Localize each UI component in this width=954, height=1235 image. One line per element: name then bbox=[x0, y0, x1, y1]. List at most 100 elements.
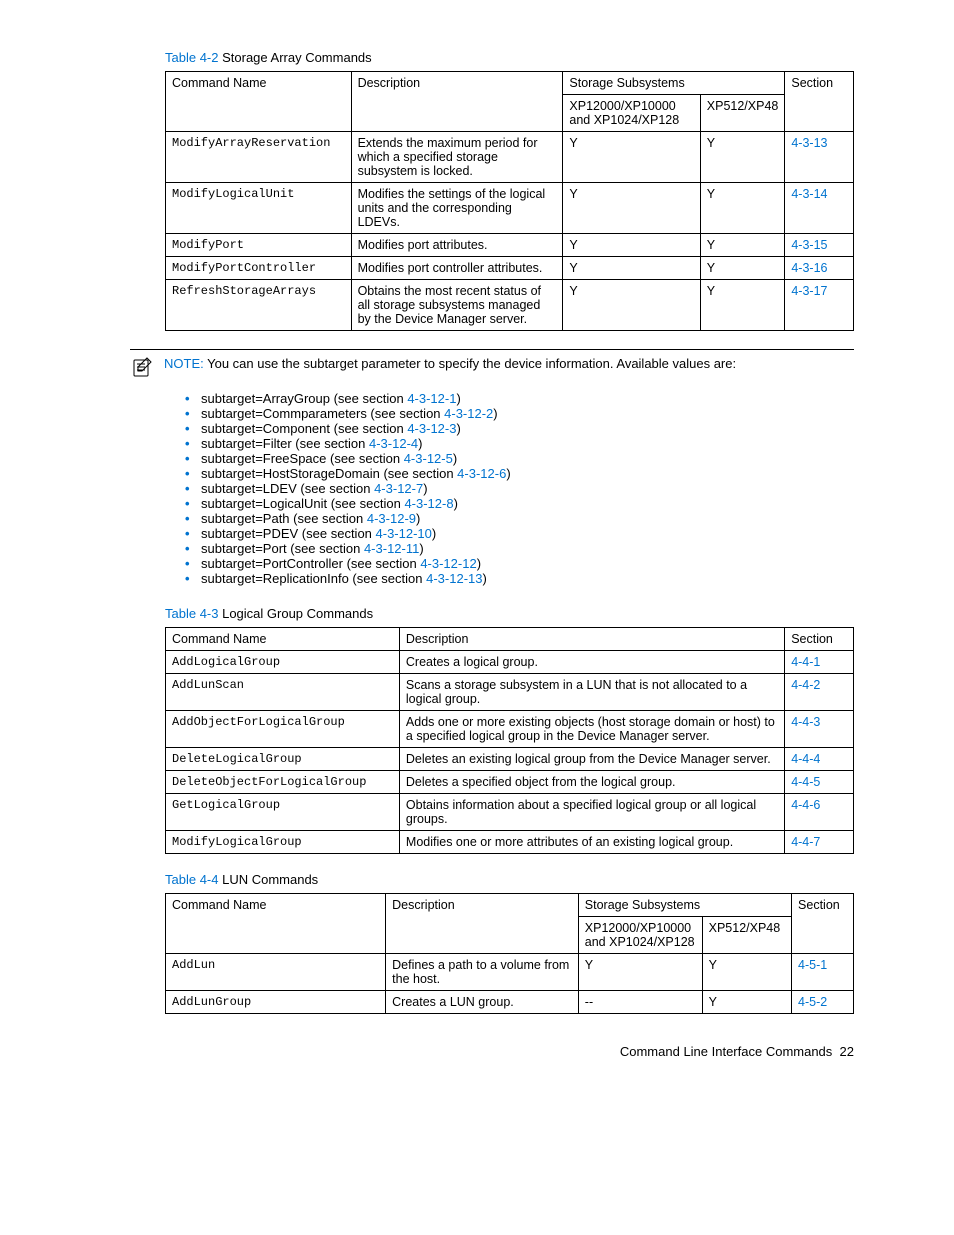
subtarget-text: subtarget=Commparameters (see section bbox=[201, 406, 444, 421]
cell-command: ModifyArrayReservation bbox=[166, 132, 352, 183]
cell-section: 4-5-2 bbox=[792, 991, 854, 1014]
cell-description: Obtains information about a specified lo… bbox=[399, 794, 784, 831]
cell-description: Creates a LUN group. bbox=[386, 991, 579, 1014]
cell-description: Modifies one or more attributes of an ex… bbox=[399, 831, 784, 854]
cell-description: Scans a storage subsystem in a LUN that … bbox=[399, 674, 784, 711]
cell-section: 4-4-7 bbox=[785, 831, 854, 854]
cell-command: ModifyLogicalUnit bbox=[166, 183, 352, 234]
list-item: subtarget=Path (see section 4-3-12-9) bbox=[185, 511, 854, 526]
section-link[interactable]: 4-4-3 bbox=[791, 715, 820, 729]
cell-section: 4-4-6 bbox=[785, 794, 854, 831]
section-link[interactable]: 4-3-12-10 bbox=[376, 526, 432, 541]
page-footer: Command Line Interface Commands 22 bbox=[130, 1044, 854, 1059]
col-sub1: XP12000/XP10000 and XP1024/XP128 bbox=[578, 917, 702, 954]
cell-command: ModifyLogicalGroup bbox=[166, 831, 400, 854]
footer-page: 22 bbox=[840, 1044, 854, 1059]
section-link[interactable]: 4-3-17 bbox=[791, 284, 827, 298]
list-item: subtarget=FreeSpace (see section 4-3-12-… bbox=[185, 451, 854, 466]
cell-section: 4-3-16 bbox=[785, 257, 854, 280]
cell-description: Extends the maximum period for which a s… bbox=[351, 132, 563, 183]
list-item: subtarget=Commparameters (see section 4-… bbox=[185, 406, 854, 421]
section-link[interactable]: 4-3-12-5 bbox=[404, 451, 453, 466]
section-link[interactable]: 4-3-14 bbox=[791, 187, 827, 201]
subtarget-text: subtarget=Port (see section bbox=[201, 541, 364, 556]
col-sub1: XP12000/XP10000 and XP1024/XP128 bbox=[563, 95, 700, 132]
col-description: Description bbox=[386, 894, 579, 954]
cell-sub1: Y bbox=[563, 257, 700, 280]
cell-section: 4-3-17 bbox=[785, 280, 854, 331]
section-link[interactable]: 4-3-15 bbox=[791, 238, 827, 252]
table-row: AddLunGroupCreates a LUN group.--Y 4-5-2 bbox=[166, 991, 854, 1014]
section-link[interactable]: 4-5-2 bbox=[798, 995, 827, 1009]
subtarget-text: subtarget=ArrayGroup (see section bbox=[201, 391, 407, 406]
table-row: ModifyArrayReservationExtends the maximu… bbox=[166, 132, 854, 183]
section-link[interactable]: 4-3-12-11 bbox=[364, 541, 419, 556]
note-body-text: You can use the subtarget parameter to s… bbox=[204, 356, 736, 371]
cell-section: 4-4-2 bbox=[785, 674, 854, 711]
table-row: DeleteObjectForLogicalGroupDeletes a spe… bbox=[166, 771, 854, 794]
table-row: Command Name Description Storage Subsyst… bbox=[166, 894, 854, 917]
list-item: subtarget=PDEV (see section 4-3-12-10) bbox=[185, 526, 854, 541]
note-icon bbox=[130, 356, 154, 381]
col-command-name: Command Name bbox=[166, 894, 386, 954]
cell-section: 4-3-14 bbox=[785, 183, 854, 234]
section-link[interactable]: 4-3-12-13 bbox=[426, 571, 482, 586]
section-link[interactable]: 4-3-12-1 bbox=[407, 391, 456, 406]
section-link[interactable]: 4-3-12-7 bbox=[374, 481, 423, 496]
section-link[interactable]: 4-4-7 bbox=[791, 835, 820, 849]
table-4-3-number: Table 4-3 bbox=[165, 606, 218, 621]
cell-section: 4-4-1 bbox=[785, 651, 854, 674]
table-row: ModifyLogicalGroupModifies one or more a… bbox=[166, 831, 854, 854]
col-description: Description bbox=[399, 628, 784, 651]
cell-description: Modifies port controller attributes. bbox=[351, 257, 563, 280]
section-link[interactable]: 4-4-5 bbox=[791, 775, 820, 789]
section-link[interactable]: 4-3-12-6 bbox=[457, 466, 506, 481]
section-link[interactable]: 4-3-12-4 bbox=[369, 436, 418, 451]
cell-command: AddObjectForLogicalGroup bbox=[166, 711, 400, 748]
cell-command: ModifyPort bbox=[166, 234, 352, 257]
cell-description: Creates a logical group. bbox=[399, 651, 784, 674]
table-4-2: Command Name Description Storage Subsyst… bbox=[165, 71, 854, 331]
list-item: subtarget=ReplicationInfo (see section 4… bbox=[185, 571, 854, 586]
col-command-name: Command Name bbox=[166, 72, 352, 132]
cell-sub1: -- bbox=[578, 991, 702, 1014]
section-link[interactable]: 4-5-1 bbox=[798, 958, 827, 972]
section-link[interactable]: 4-4-4 bbox=[791, 752, 820, 766]
subtarget-text: subtarget=Path (see section bbox=[201, 511, 367, 526]
table-row: Command Name Description Section bbox=[166, 628, 854, 651]
col-storage-subsystems: Storage Subsystems bbox=[563, 72, 785, 95]
subtarget-text: subtarget=PDEV (see section bbox=[201, 526, 376, 541]
col-section: Section bbox=[785, 72, 854, 132]
cell-section: 4-4-5 bbox=[785, 771, 854, 794]
subtarget-list: subtarget=ArrayGroup (see section 4-3-12… bbox=[185, 391, 854, 586]
col-storage-subsystems: Storage Subsystems bbox=[578, 894, 791, 917]
note-text: NOTE: You can use the subtarget paramete… bbox=[164, 356, 854, 381]
cell-command: AddLunGroup bbox=[166, 991, 386, 1014]
section-link[interactable]: 4-3-13 bbox=[791, 136, 827, 150]
table-4-2-number: Table 4-2 bbox=[165, 50, 218, 65]
table-4-4-number: Table 4-4 bbox=[165, 872, 218, 887]
section-link[interactable]: 4-3-12-3 bbox=[407, 421, 456, 436]
section-link[interactable]: 4-3-16 bbox=[791, 261, 827, 275]
cell-sub2: Y bbox=[702, 991, 791, 1014]
table-4-3-caption: Table 4-3 Logical Group Commands bbox=[165, 606, 854, 621]
section-link[interactable]: 4-4-1 bbox=[791, 655, 820, 669]
col-section: Section bbox=[785, 628, 854, 651]
list-item: subtarget=ArrayGroup (see section 4-3-12… bbox=[185, 391, 854, 406]
section-link[interactable]: 4-3-12-8 bbox=[404, 496, 453, 511]
section-link[interactable]: 4-4-2 bbox=[791, 678, 820, 692]
cell-command: AddLun bbox=[166, 954, 386, 991]
section-link[interactable]: 4-3-12-2 bbox=[444, 406, 493, 421]
subtarget-text: subtarget=PortController (see section bbox=[201, 556, 420, 571]
cell-sub2: Y bbox=[702, 954, 791, 991]
list-item: subtarget=HostStorageDomain (see section… bbox=[185, 466, 854, 481]
cell-command: DeleteObjectForLogicalGroup bbox=[166, 771, 400, 794]
section-link[interactable]: 4-4-6 bbox=[791, 798, 820, 812]
subtarget-text: subtarget=Component (see section bbox=[201, 421, 407, 436]
list-item: subtarget=LogicalUnit (see section 4-3-1… bbox=[185, 496, 854, 511]
cell-sub1: Y bbox=[563, 132, 700, 183]
section-link[interactable]: 4-3-12-9 bbox=[367, 511, 416, 526]
table-4-3-title: Logical Group Commands bbox=[218, 606, 373, 621]
section-link[interactable]: 4-3-12-12 bbox=[420, 556, 476, 571]
cell-description: Deletes a specified object from the logi… bbox=[399, 771, 784, 794]
